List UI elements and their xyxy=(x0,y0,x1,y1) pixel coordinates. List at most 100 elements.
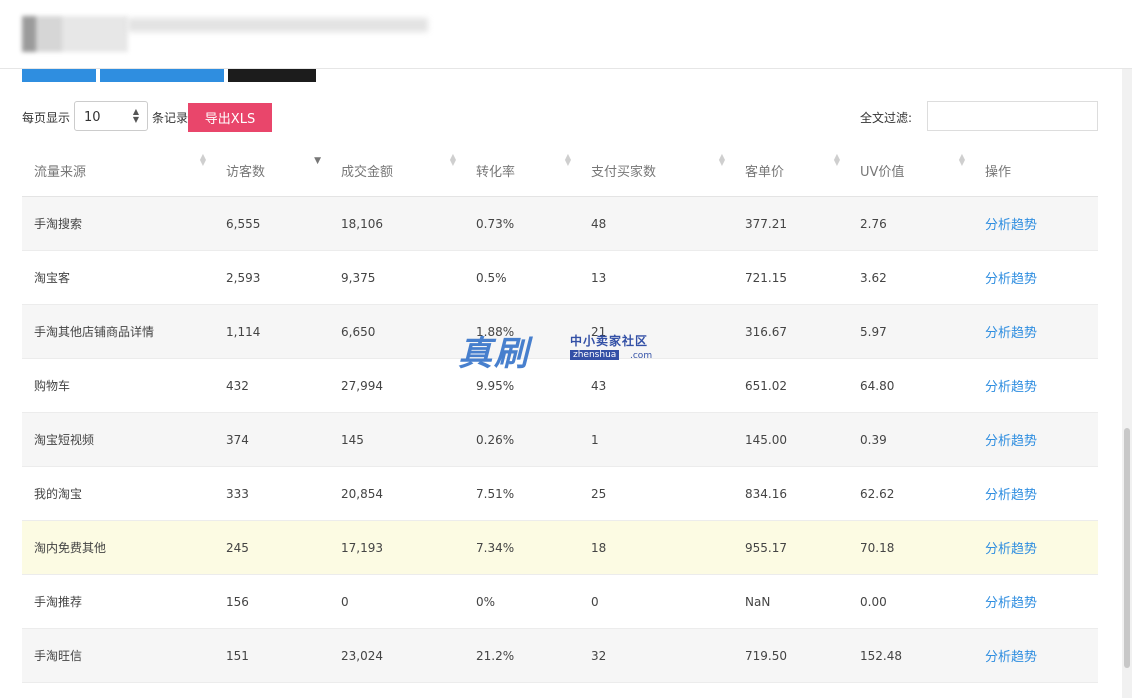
column-header-rate[interactable]: 转化率 ▲ ▼ xyxy=(464,144,579,197)
sort-icon: ▲ ▼ xyxy=(564,152,571,167)
analyze-trend-link[interactable]: 分析趋势 xyxy=(985,218,1037,233)
cell-amount: 6,650 xyxy=(329,304,464,359)
analyze-trend-link[interactable]: 分析趋势 xyxy=(985,488,1037,503)
cell-amount: 20,854 xyxy=(329,466,464,521)
blurred-logo xyxy=(22,16,128,52)
cell-aov: NaN xyxy=(733,574,848,629)
table-row: 手淘旺信 151 23,024 21.2% 32 719.50 152.48 分… xyxy=(22,628,1098,683)
spinner-arrows-icon: ▲ ▼ xyxy=(132,107,139,124)
cell-action: 分析趋势 xyxy=(973,628,1098,683)
page-size-value: 10 xyxy=(84,110,101,125)
table-row: 手淘推荐 156 0 0% 0 NaN 0.00 分析趋势 xyxy=(22,574,1098,629)
cell-uv: 3.62 xyxy=(848,250,973,305)
cell-action: 分析趋势 xyxy=(973,466,1098,521)
cell-buyers: 18 xyxy=(579,520,733,575)
cell-aov: 955.17 xyxy=(733,520,848,575)
analyze-trend-link[interactable]: 分析趋势 xyxy=(985,596,1037,611)
column-header-aov[interactable]: 客单价 ▲ ▼ xyxy=(733,144,848,197)
analyze-trend-link[interactable]: 分析趋势 xyxy=(985,380,1037,395)
export-xls-button[interactable]: 导出XLS xyxy=(188,103,272,132)
cell-uv: 0.39 xyxy=(848,412,973,467)
cell-uv: 152.48 xyxy=(848,628,973,683)
cell-aov: 377.21 xyxy=(733,196,848,251)
sort-icon: ▲ ▼ xyxy=(958,152,965,167)
sort-icon: ▲ ▼ xyxy=(833,152,840,167)
analyze-trend-link[interactable]: 分析趋势 xyxy=(985,326,1037,341)
cell-amount: 23,024 xyxy=(329,628,464,683)
cell-rate: 21.2% xyxy=(464,628,579,683)
cell-rate: 0.5% xyxy=(464,250,579,305)
cell-aov: 719.50 xyxy=(733,628,848,683)
cell-aov: 834.16 xyxy=(733,466,848,521)
cell-aov: 316.67 xyxy=(733,304,848,359)
watermark: 真刷 中小卖家社区 zhenshua .com xyxy=(458,326,678,374)
scrollbar-thumb[interactable] xyxy=(1124,428,1130,668)
cell-aov: 651.02 xyxy=(733,358,848,413)
watermark-domain-text: zhenshua xyxy=(570,350,620,360)
cell-uv: 2.76 xyxy=(848,196,973,251)
filter-input[interactable] xyxy=(927,101,1098,131)
cell-rate: 7.51% xyxy=(464,466,579,521)
cell-amount: 9,375 xyxy=(329,250,464,305)
cell-uv: 64.80 xyxy=(848,358,973,413)
cell-rate: 0% xyxy=(464,574,579,629)
cell-aov: 145.00 xyxy=(733,412,848,467)
table-row: 淘宝客 2,593 9,375 0.5% 13 721.15 3.62 分析趋势 xyxy=(22,250,1098,305)
column-header-uv[interactable]: UV价值 ▲ ▼ xyxy=(848,144,973,197)
page-size-select[interactable]: 10 ▲ ▼ xyxy=(74,101,148,131)
cell-rate: 0.73% xyxy=(464,196,579,251)
page-size-prefix-label: 每页显示 xyxy=(22,111,71,125)
cell-rate: 0.26% xyxy=(464,412,579,467)
cell-action: 分析趋势 xyxy=(973,250,1098,305)
table-row: 我的淘宝 333 20,854 7.51% 25 834.16 62.62 分析… xyxy=(22,466,1098,521)
column-header-buyers[interactable]: 支付买家数 ▲ ▼ xyxy=(579,144,733,197)
cell-action: 分析趋势 xyxy=(973,358,1098,413)
cell-source: 淘宝短视频 xyxy=(22,412,214,467)
cell-visitors: 6,555 xyxy=(214,196,329,251)
sort-icon: ▲ ▼ xyxy=(718,152,725,167)
cell-visitors: 2,593 xyxy=(214,250,329,305)
column-header-source[interactable]: 流量来源 ▲ ▼ xyxy=(22,144,214,197)
column-header-visitors[interactable]: 访客数 ▼ xyxy=(214,144,329,197)
vertical-scrollbar[interactable] xyxy=(1122,68,1132,698)
table-row: 手淘搜索 6,555 18,106 0.73% 48 377.21 2.76 分… xyxy=(22,196,1098,251)
cell-source: 手淘旺信 xyxy=(22,628,214,683)
cell-amount: 0 xyxy=(329,574,464,629)
watermark-tld-text: .com xyxy=(630,351,653,361)
cell-source: 手淘其他店铺商品详情 xyxy=(22,304,214,359)
analyze-trend-link[interactable]: 分析趋势 xyxy=(985,272,1037,287)
cell-source: 手淘搜索 xyxy=(22,196,214,251)
sort-icon: ▲ ▼ xyxy=(449,152,456,167)
cell-action: 分析趋势 xyxy=(973,520,1098,575)
cell-visitors: 151 xyxy=(214,628,329,683)
cell-action: 分析趋势 xyxy=(973,304,1098,359)
analyze-trend-link[interactable]: 分析趋势 xyxy=(985,542,1037,557)
cell-amount: 18,106 xyxy=(329,196,464,251)
watermark-logo-text: 真刷 xyxy=(458,334,530,374)
cell-source: 淘宝客 xyxy=(22,250,214,305)
traffic-source-table: 流量来源 ▲ ▼ 访客数 ▼ 成交金额 ▲ ▼ 转化率 ▲ ▼ 支付买家数 ▲ ▼ 客单价 ▲ ▼ U… xyxy=(22,144,1098,683)
sort-icon: ▲ ▼ xyxy=(199,152,206,167)
analyze-trend-link[interactable]: 分析趋势 xyxy=(985,650,1037,665)
filter-label: 全文过滤: xyxy=(860,111,913,125)
cell-buyers: 25 xyxy=(579,466,733,521)
blurred-title xyxy=(128,18,428,32)
cell-aov: 721.15 xyxy=(733,250,848,305)
top-header xyxy=(0,0,1132,69)
cell-source: 手淘推荐 xyxy=(22,574,214,629)
cell-uv: 0.00 xyxy=(848,574,973,629)
cell-source: 淘内免费其他 xyxy=(22,520,214,575)
table-row: 淘宝短视频 374 145 0.26% 1 145.00 0.39 分析趋势 xyxy=(22,412,1098,467)
cell-action: 分析趋势 xyxy=(973,412,1098,467)
sort-desc-icon: ▼ xyxy=(314,156,321,166)
cell-amount: 27,994 xyxy=(329,358,464,413)
column-header-amount[interactable]: 成交金额 ▲ ▼ xyxy=(329,144,464,197)
cell-action: 分析趋势 xyxy=(973,196,1098,251)
cell-source: 我的淘宝 xyxy=(22,466,214,521)
table-controls: 每页显示 10 ▲ ▼ 条记录 导出XLS 全文过滤: xyxy=(22,101,1098,133)
cell-buyers: 0 xyxy=(579,574,733,629)
cell-visitors: 156 xyxy=(214,574,329,629)
cell-visitors: 432 xyxy=(214,358,329,413)
cell-visitors: 333 xyxy=(214,466,329,521)
analyze-trend-link[interactable]: 分析趋势 xyxy=(985,434,1037,449)
